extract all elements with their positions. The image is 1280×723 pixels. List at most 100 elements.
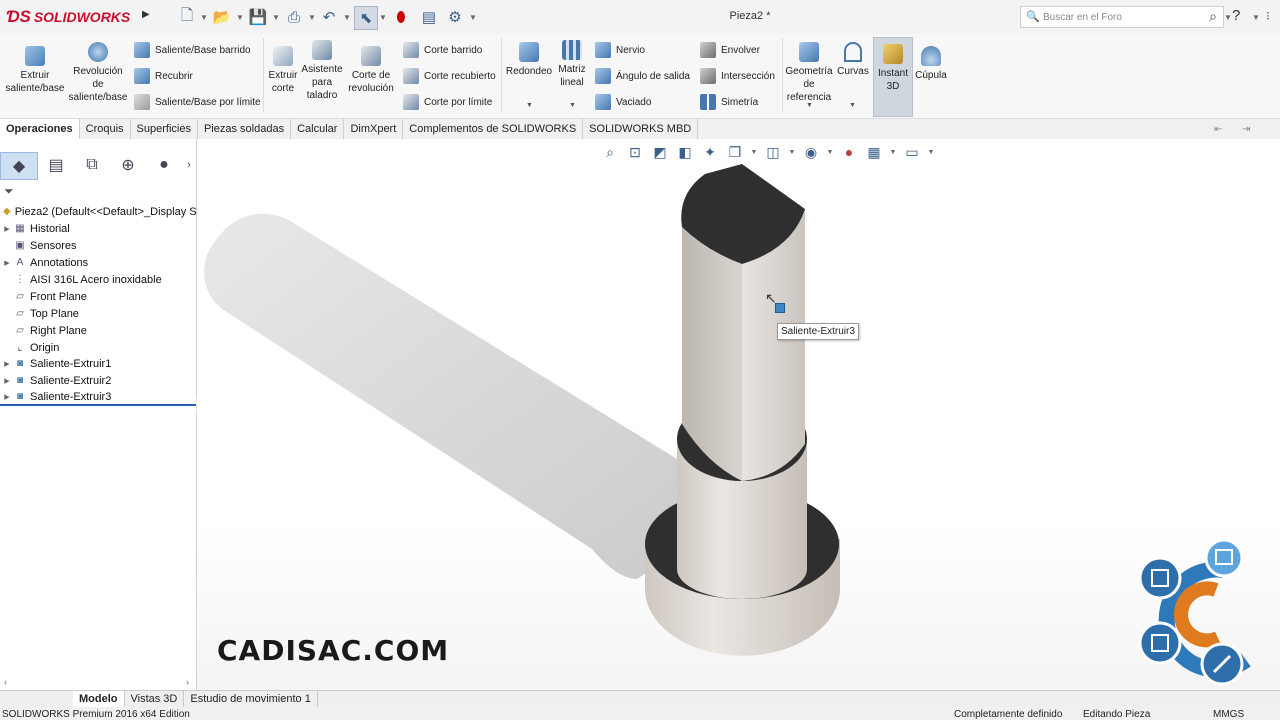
tree-item-annotations[interactable]: ▶ A Annotations	[0, 254, 196, 271]
rib-button[interactable]: Nervio	[595, 42, 645, 58]
zoom-to-fit-icon[interactable]: ⌕	[600, 142, 620, 162]
options-gear-icon[interactable]: ⚙	[444, 6, 466, 28]
swept-boss-button[interactable]: Saliente/Base barrido	[134, 42, 251, 58]
tab-vistas-3d[interactable]: Vistas 3D	[125, 691, 185, 708]
tab-calcular[interactable]: Calcular	[291, 119, 345, 139]
select-arrow-icon[interactable]: ⬉	[354, 6, 378, 30]
units-status[interactable]: MMGS	[1213, 707, 1244, 723]
tab-complementos[interactable]: Complementos de SOLIDWORKS	[403, 119, 584, 139]
boundary-boss-button[interactable]: Saliente/Base por límite	[134, 94, 261, 110]
more-icon[interactable]: ⁝	[1266, 9, 1270, 23]
extruded-cut-button[interactable]: Extruir corte	[266, 46, 300, 95]
tree-item-top-plane[interactable]: ▱ Top Plane	[0, 305, 196, 322]
draft-button[interactable]: Ángulo de salida	[595, 68, 690, 84]
zoom-area-icon[interactable]: ⊡	[625, 142, 645, 162]
chevron-down-icon[interactable]: ▼	[569, 102, 576, 109]
tab-croquis[interactable]: Croquis	[80, 119, 131, 139]
file-properties-icon[interactable]: ▤	[418, 6, 440, 28]
rollback-bar[interactable]	[0, 404, 196, 406]
boundary-cut-button[interactable]: Corte por límite	[403, 94, 492, 110]
configuration-manager-icon[interactable]: ⧉	[74, 152, 110, 178]
tree-item-front-plane[interactable]: ▱ Front Plane	[0, 288, 196, 305]
expand-arrow-icon[interactable]: ▶	[0, 393, 14, 401]
dynamic-annotation-icon[interactable]: ✦	[700, 142, 720, 162]
open-folder-icon[interactable]: 📂	[211, 6, 233, 28]
feature-manager-icon[interactable]: ◆	[0, 152, 38, 180]
chevron-down-icon[interactable]: ▼	[788, 142, 796, 162]
chevron-down-icon[interactable]: ▼	[1224, 10, 1232, 24]
chevron-down-icon[interactable]: ▼	[889, 142, 897, 162]
tab-modelo[interactable]: Modelo	[73, 691, 125, 708]
swept-cut-button[interactable]: Corte barrido	[403, 42, 482, 58]
search-input[interactable]: 🔍 Buscar en el Foro ⌕	[1020, 6, 1224, 28]
tree-item-extrude2[interactable]: ▶ ◙ Saliente-Extruir2	[0, 372, 196, 389]
previous-view-icon[interactable]: ◩	[650, 142, 670, 162]
tree-item-material[interactable]: ⋮ AISI 316L Acero inoxidable	[0, 271, 196, 288]
horizontal-scrollbar[interactable]: ‹ ›	[0, 677, 196, 690]
tree-item-extrude3[interactable]: ▶ ◙ Saliente-Extruir3	[0, 388, 196, 405]
chevron-down-icon[interactable]: ▼	[200, 10, 208, 24]
expand-arrow-icon[interactable]: ▶	[0, 377, 14, 385]
tree-item-origin[interactable]: ⌞ Origin	[0, 339, 196, 356]
search-icon[interactable]: ⌕	[1209, 8, 1217, 25]
expand-arrow-icon[interactable]: ▶	[0, 360, 14, 368]
hide-show-items-icon[interactable]: ◉	[801, 142, 821, 162]
rebuild-icon[interactable]: ⬮	[390, 6, 412, 28]
new-document-icon[interactable]: 🗋	[176, 6, 198, 28]
tree-item-historial[interactable]: ▶ ▦ Historial	[0, 220, 196, 237]
tab-piezas-soldadas[interactable]: Piezas soldadas	[198, 119, 292, 139]
chevron-down-icon[interactable]: ▼	[1252, 10, 1260, 24]
revolved-cut-button[interactable]: Corte de revolución	[345, 46, 397, 95]
fillet-button[interactable]: Redondeo	[505, 42, 553, 78]
tab-mbd[interactable]: SOLIDWORKS MBD	[583, 119, 699, 139]
tree-item-extrude1[interactable]: ▶ ◙ Saliente-Extruir1	[0, 355, 196, 372]
tab-dimxpert[interactable]: DimXpert	[344, 119, 404, 139]
chevron-down-icon[interactable]: ▼	[469, 10, 477, 24]
graphics-area[interactable]	[197, 139, 1280, 690]
expand-arrow-icon[interactable]: ▶	[0, 225, 14, 233]
apply-scene-icon[interactable]: ▦	[864, 142, 884, 162]
save-icon[interactable]: 💾	[247, 6, 269, 28]
collapse-right-icon[interactable]: ⇥	[1242, 124, 1250, 135]
lofted-cut-button[interactable]: Corte recubierto	[403, 68, 496, 84]
filter-icon[interactable]: ⏷	[4, 184, 14, 199]
extrude-boss-button[interactable]: Extruir saliente/base	[4, 46, 66, 95]
revolve-boss-button[interactable]: Revolución de saliente/base	[68, 42, 128, 104]
print-icon[interactable]: ⎙	[283, 6, 305, 28]
chevron-down-icon[interactable]: ▼	[806, 102, 813, 109]
chevron-down-icon[interactable]: ▼	[236, 10, 244, 24]
chevron-down-icon[interactable]: ▼	[308, 10, 316, 24]
instant-3d-button[interactable]: Instant 3D	[873, 37, 913, 117]
tree-item-sensores[interactable]: ▣ Sensores	[0, 237, 196, 254]
tree-root[interactable]: ◆ Pieza2 (Default<<Default>_Display S	[0, 203, 196, 220]
reference-geometry-button[interactable]: Geometría de referencia	[785, 42, 833, 104]
chevron-down-icon[interactable]: ▼	[849, 102, 856, 109]
tree-item-right-plane[interactable]: ▱ Right Plane	[0, 322, 196, 339]
chevron-down-icon[interactable]: ▼	[343, 10, 351, 24]
collapse-left-icon[interactable]: ⇤	[1214, 124, 1222, 135]
chevron-down-icon[interactable]: ▼	[927, 142, 935, 162]
wrap-button[interactable]: Envolver	[700, 42, 760, 58]
display-style-icon[interactable]: ◫	[763, 142, 783, 162]
edit-appearance-icon[interactable]: ●	[839, 142, 859, 162]
solidworks-logo[interactable]: ƊS SOLIDWORKS	[6, 6, 138, 28]
tab-estudio-movimiento[interactable]: Estudio de movimiento 1	[184, 691, 318, 708]
display-manager-icon[interactable]: ●	[146, 152, 182, 178]
menu-expand-icon[interactable]: ▶	[142, 9, 150, 20]
view-orientation-icon[interactable]: ❒	[725, 142, 745, 162]
linear-pattern-button[interactable]: Matriz lineal	[555, 40, 589, 89]
shell-button[interactable]: Vaciado	[595, 94, 651, 110]
scroll-left-icon[interactable]: ‹	[4, 677, 7, 687]
loft-button[interactable]: Recubrir	[134, 68, 193, 84]
chevron-down-icon[interactable]: ▼	[826, 142, 834, 162]
dimxpert-manager-icon[interactable]: ⊕	[110, 152, 146, 178]
chevron-down-icon[interactable]: ▼	[379, 10, 387, 24]
undo-icon[interactable]: ↶	[318, 6, 340, 28]
expand-arrow-icon[interactable]: ▶	[0, 259, 14, 267]
view-settings-icon[interactable]: ▭	[902, 142, 922, 162]
mirror-button[interactable]: Simetría	[700, 94, 758, 110]
hole-wizard-button[interactable]: Asistente para taladro	[300, 40, 344, 102]
scroll-right-icon[interactable]: ›	[186, 677, 189, 687]
curves-button[interactable]: Curvas	[836, 42, 870, 78]
property-manager-icon[interactable]: ▤	[38, 152, 74, 178]
